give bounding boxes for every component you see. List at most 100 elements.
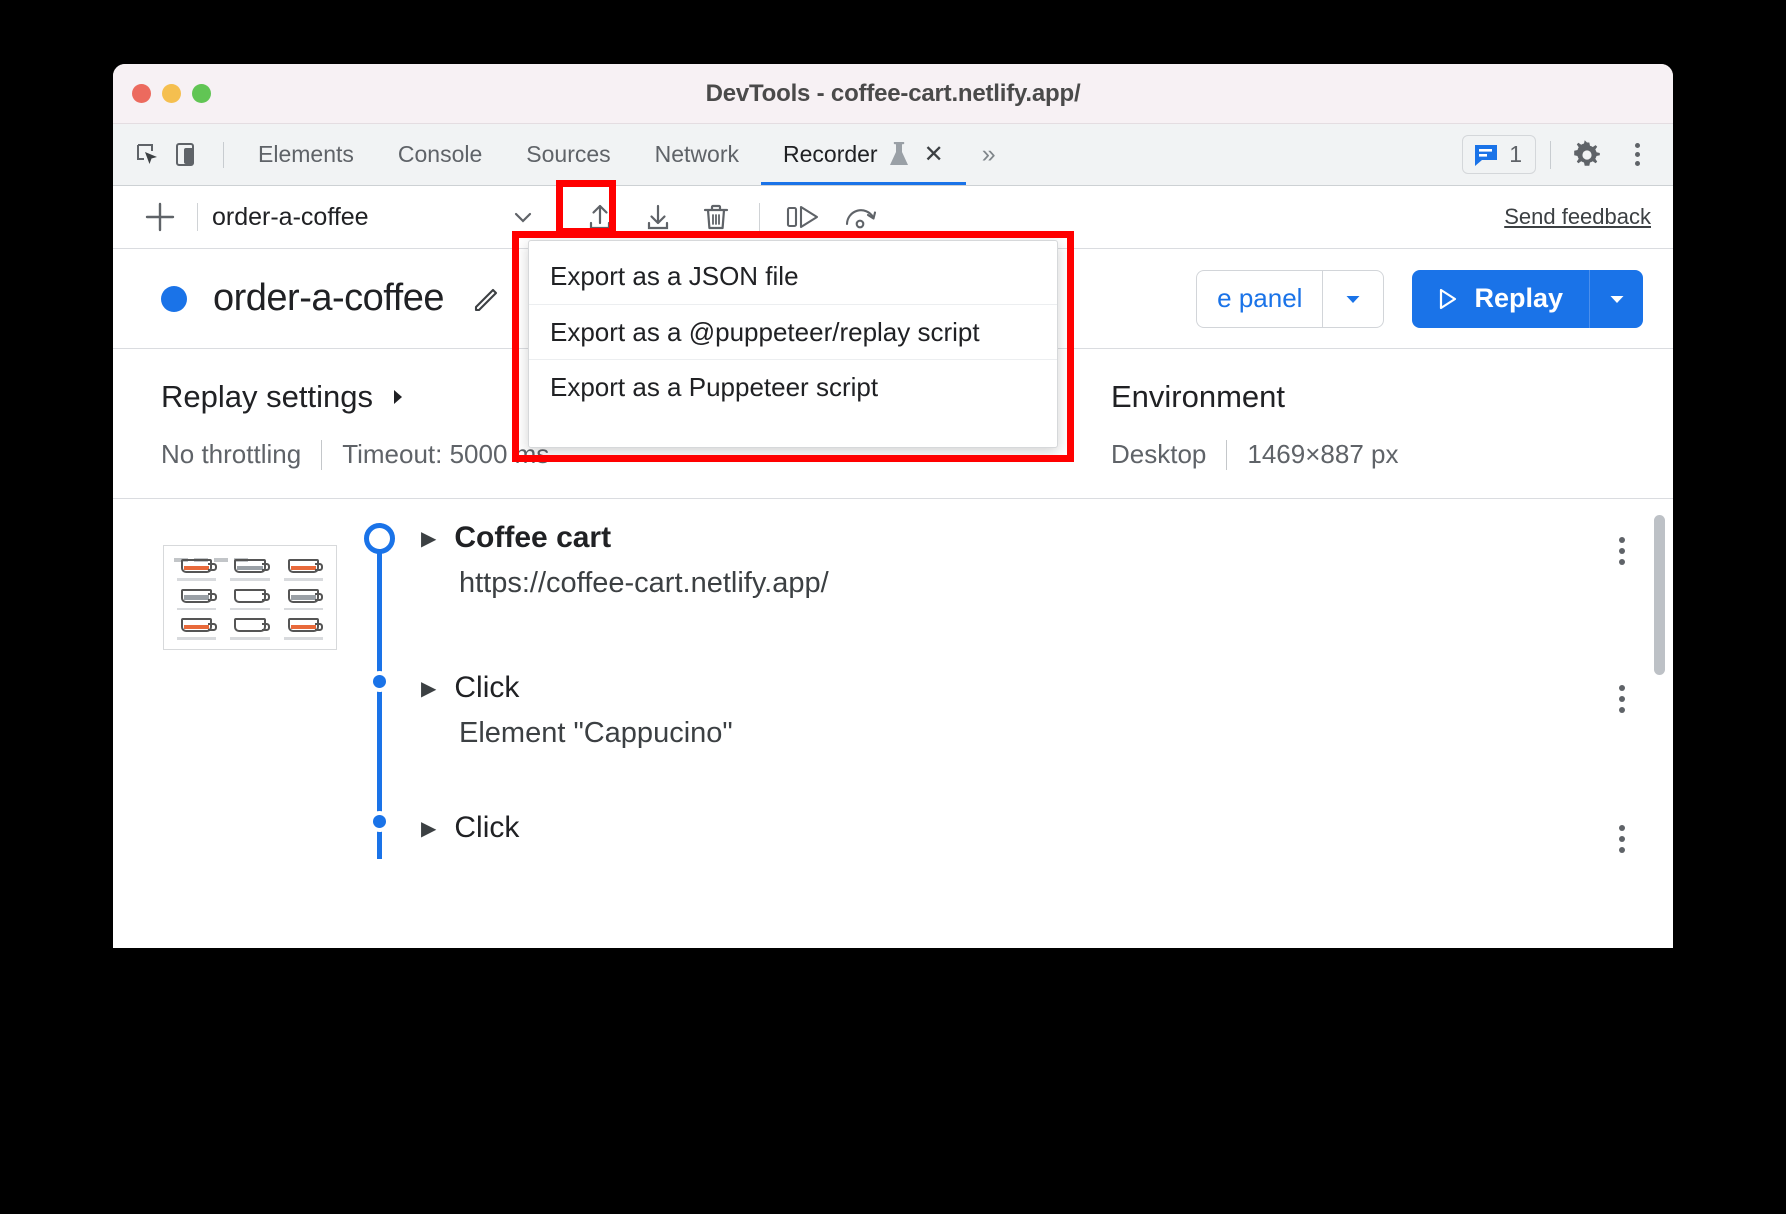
environment-title: Environment: [1111, 379, 1286, 414]
thumbnail-coffee-grid: [172, 556, 328, 641]
environment-section: Environment Desktop 1469×887 px: [1093, 379, 1398, 470]
step-by-step-replay-icon[interactable]: [780, 194, 826, 240]
menu-item-label: Export as a @puppeteer/replay script: [550, 316, 980, 347]
tab-recorder[interactable]: Recorder ✕: [761, 124, 966, 185]
replay-button[interactable]: Replay: [1412, 269, 1589, 328]
tab-network[interactable]: Network: [633, 124, 761, 185]
window-title: DevTools - coffee-cart.netlify.app/: [705, 79, 1081, 107]
devtools-tabbar: Elements Console Sources Network Recorde…: [113, 124, 1673, 186]
step-timeline: [337, 649, 421, 789]
step-thumbnail-spacer: [143, 789, 337, 859]
toolbar-divider-3: [759, 203, 760, 231]
replay-button-label: Replay: [1474, 283, 1563, 313]
chevron-right-icon[interactable]: ▶: [421, 816, 436, 841]
menu-item-export-replay-script[interactable]: Export as a @puppeteer/replay script: [529, 304, 1057, 359]
thumbnail-cup: [279, 556, 328, 582]
chevron-right-icon[interactable]: ▶: [421, 526, 436, 551]
thumbnail-topbar: [174, 549, 326, 562]
step-subtitle: https://coffee-cart.netlify.app/: [459, 567, 829, 599]
environment-divider: [1226, 439, 1228, 470]
tab-label: Sources: [526, 141, 611, 167]
create-recording-button[interactable]: [137, 194, 183, 240]
settings-divider: [321, 439, 323, 470]
tab-sources[interactable]: Sources: [504, 124, 632, 185]
send-feedback-link[interactable]: Send feedback: [1504, 204, 1657, 230]
export-recording-icon[interactable]: [635, 194, 681, 240]
screenshot-root: DevTools - coffee-cart.netlify.app/ Elem…: [0, 0, 1786, 1214]
more-options-icon[interactable]: [1615, 133, 1659, 177]
measure-performance-label: e panel: [1217, 283, 1303, 313]
edit-title-icon[interactable]: [466, 279, 506, 319]
toolbar-divider-1: [197, 203, 198, 231]
menu-item-export-json[interactable]: Export as a JSON file: [529, 249, 1057, 304]
environment-device: Desktop: [1111, 439, 1207, 469]
steps-scrollbar[interactable]: [1654, 515, 1665, 675]
panel-tabs: Elements Console Sources Network Recorde…: [236, 124, 1009, 185]
thumbnail-cup: [279, 586, 328, 612]
tab-label: Network: [654, 141, 739, 167]
step-item-click[interactable]: ▶ Click Element "Cappucino": [113, 649, 1673, 789]
settings-gear-icon[interactable]: [1565, 133, 1609, 177]
menu-item-label: Export as a JSON file: [550, 261, 799, 291]
tab-label: Console: [397, 141, 483, 167]
selected-recording-label: order-a-coffee: [212, 202, 369, 231]
tab-label: Elements: [258, 141, 354, 167]
thumbnail-cup: [225, 615, 274, 641]
step-content: ▶ Click Element "Cappucino": [421, 649, 1643, 789]
issues-count: 1: [1509, 141, 1522, 167]
thumbnail-cup: [172, 586, 221, 612]
step-content: ▶ Click: [421, 789, 1643, 859]
step-item-start[interactable]: ▶ Coffee cart https://coffee-cart.netlif…: [113, 499, 1673, 650]
step-options-icon[interactable]: [1619, 537, 1625, 565]
step-options-icon[interactable]: [1619, 825, 1625, 853]
step-thumbnail-spacer: [143, 649, 337, 789]
recording-header-actions: e panel Replay: [1196, 269, 1643, 328]
tabbar-divider: [223, 141, 224, 168]
close-tab-icon[interactable]: ✕: [924, 142, 944, 167]
issues-icon: [1473, 142, 1499, 168]
slow-replay-icon[interactable]: [838, 194, 884, 240]
replay-settings-label: Replay settings: [161, 379, 373, 414]
actions-divider: [1550, 140, 1551, 169]
delete-recording-icon[interactable]: [693, 194, 739, 240]
measure-performance-button[interactable]: e panel: [1196, 269, 1323, 328]
measure-performance-caret[interactable]: [1322, 269, 1385, 328]
export-dropdown-menu: Export as a JSON file Export as a @puppe…: [528, 240, 1058, 448]
throttling-value: No throttling: [161, 439, 302, 469]
step-title: Coffee cart: [454, 521, 612, 554]
chevron-right-icon[interactable]: ▶: [421, 676, 436, 701]
device-toolbar-icon[interactable]: [169, 134, 211, 176]
tab-elements[interactable]: Elements: [236, 124, 376, 185]
recording-selector[interactable]: order-a-coffee: [212, 203, 542, 232]
replay-options-caret[interactable]: [1589, 269, 1643, 328]
thumbnail-cup: [172, 615, 221, 641]
import-recording-icon[interactable]: [577, 194, 623, 240]
thumbnail-cup: [279, 615, 328, 641]
step-item-click[interactable]: ▶ Click: [113, 789, 1673, 859]
toolbar-divider-2: [556, 203, 557, 231]
tabbar-actions: 1: [1462, 133, 1659, 177]
inspect-element-icon[interactable]: [127, 134, 169, 176]
tab-console[interactable]: Console: [376, 124, 504, 185]
chevron-right-icon: [387, 386, 409, 408]
chevron-down-icon: [510, 204, 536, 230]
timeout-value: Timeout: 5000 ms: [342, 439, 550, 469]
timeline-step-node: [369, 671, 390, 692]
menu-filler: [529, 414, 1057, 448]
issues-chip[interactable]: 1: [1462, 135, 1536, 174]
step-title: Click: [454, 671, 520, 704]
devtools-window: DevTools - coffee-cart.netlify.app/ Elem…: [113, 64, 1673, 948]
menu-item-export-puppeteer-script[interactable]: Export as a Puppeteer script: [529, 359, 1057, 414]
thumbnail-cup: [172, 556, 221, 582]
step-timeline: [337, 789, 421, 859]
environment-viewport: 1469×887 px: [1247, 439, 1399, 469]
step-options-icon[interactable]: [1619, 685, 1625, 713]
more-tabs-icon[interactable]: »: [966, 140, 1009, 169]
tab-label: Recorder: [783, 141, 878, 167]
environment-values: Desktop 1469×887 px: [1111, 439, 1398, 470]
menu-item-label: Export as a Puppeteer script: [550, 371, 879, 402]
steps-list: ▶ Coffee cart https://coffee-cart.netlif…: [113, 499, 1673, 859]
step-content: ▶ Coffee cart https://coffee-cart.netlif…: [421, 499, 1643, 649]
thumbnail-cup: [225, 556, 274, 582]
step-title: Click: [454, 811, 520, 844]
